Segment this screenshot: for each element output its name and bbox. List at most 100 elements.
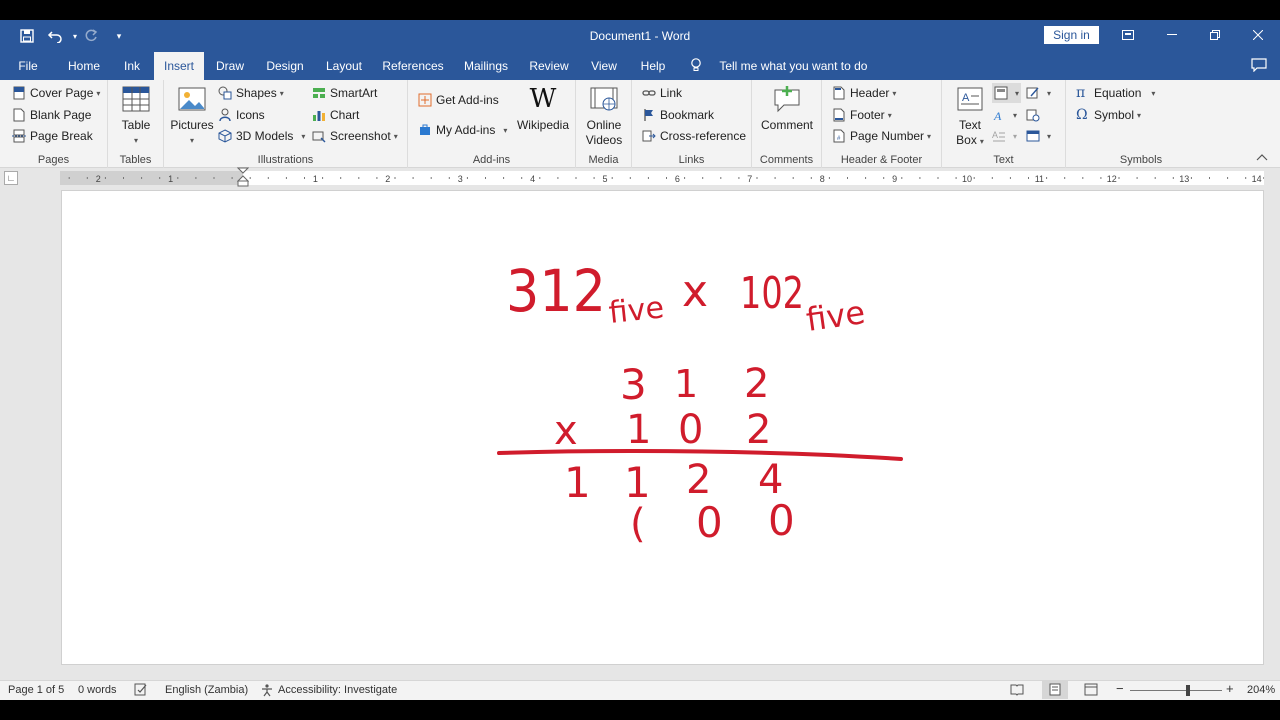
blank-page-button[interactable]: Blank Page (12, 105, 91, 125)
document-canvas: 312 five x 102 five 3 1 2 x 1 0 2 1 1 2 (0, 188, 1280, 683)
tab-home[interactable]: Home (60, 52, 108, 80)
bookmark-button[interactable]: Bookmark (642, 105, 714, 125)
sign-in-button[interactable]: Sign in (1044, 26, 1099, 44)
tab-review[interactable]: Review (526, 52, 572, 80)
cover-page-label: Cover Page (30, 86, 94, 100)
text-box-label-1: Text (958, 118, 981, 132)
text-box-button[interactable]: A Text Box ▾ (950, 84, 990, 149)
ink-times2: x (554, 408, 578, 454)
link-icon (642, 86, 656, 100)
tab-layout[interactable]: Layout (320, 52, 368, 80)
signature-line-icon (1026, 86, 1040, 100)
tab-design[interactable]: Design (260, 52, 310, 80)
tab-insert[interactable]: Insert (154, 52, 204, 80)
chart-button[interactable]: Chart (312, 105, 359, 125)
proofing-icon[interactable] (134, 683, 148, 699)
zoom-in-button[interactable]: + (1226, 681, 1234, 696)
link-button[interactable]: Link (642, 83, 682, 103)
date-time-button[interactable] (1026, 105, 1044, 125)
wordart-button[interactable]: A ▾ (992, 105, 1017, 125)
table-label: Table (121, 118, 151, 132)
close-icon[interactable] (1236, 20, 1280, 50)
collapse-ribbon-icon[interactable] (1256, 150, 1270, 164)
ink-line1-b: 102 (740, 268, 804, 319)
my-addins-button[interactable]: My Add-ins ▾ (418, 120, 507, 140)
get-addins-button[interactable]: Get Add-ins (418, 90, 499, 110)
blank-page-label: Blank Page (30, 108, 92, 122)
ink-row3-digit-3: 2 (686, 457, 711, 503)
page-break-icon (12, 129, 26, 143)
ink-sub1: five (607, 290, 665, 331)
icons-button[interactable]: Icons (218, 105, 265, 125)
tab-selector-icon[interactable]: ∟ (4, 171, 18, 185)
chart-label: Chart (330, 108, 360, 122)
web-layout-icon[interactable] (1084, 683, 1098, 699)
word-count[interactable]: 0 words (78, 684, 117, 696)
tab-mailings[interactable]: Mailings (458, 52, 514, 80)
cross-reference-button[interactable]: Cross-reference (642, 126, 746, 146)
ink-row4-digit-1: ( (630, 501, 646, 547)
indent-marker-icon[interactable] (237, 167, 249, 187)
table-button[interactable]: Table ▾ (116, 84, 156, 148)
tab-view[interactable]: View (584, 52, 624, 80)
object-button[interactable]: ▾ (1026, 126, 1051, 146)
comments-pane-icon[interactable] (1246, 52, 1272, 80)
zoom-level[interactable]: 204% (1247, 684, 1275, 696)
group-illustrations: Pictures ▾ Shapes ▾ Icons 3D Models ▾ Smar… (164, 80, 408, 168)
cover-page-button[interactable]: Cover Page ▾ (12, 83, 100, 103)
symbol-button[interactable]: Ω Symbol ▾ (1076, 105, 1141, 125)
ink-row3-digit-2: 1 (624, 458, 651, 507)
tab-help[interactable]: Help (634, 52, 672, 80)
online-videos-button[interactable]: Online Videos (582, 84, 626, 148)
smartart-button[interactable]: SmartArt (312, 83, 377, 103)
footer-icon (832, 108, 846, 122)
zoom-slider-thumb[interactable] (1186, 685, 1190, 696)
footer-button[interactable]: Footer ▾ (832, 105, 892, 125)
quick-parts-button[interactable]: ▾ (992, 83, 1022, 103)
group-text: A Text Box ▾ ▾ A ▾ A ▾ ▾ ▾ Text (942, 80, 1066, 168)
accessibility-status[interactable]: Accessibility: Investigate (278, 684, 397, 696)
print-layout-icon (1049, 683, 1061, 696)
ruler-number: 8 (820, 174, 825, 184)
online-videos-label-2: Videos (585, 133, 623, 147)
shapes-button[interactable]: Shapes ▾ (218, 83, 284, 103)
ruler-number: 5 (602, 174, 607, 184)
drop-cap-button[interactable]: A ▾ (992, 126, 1017, 146)
tell-me-box[interactable]: Tell me what you want to do (690, 52, 867, 80)
equation-label: Equation (1094, 86, 1142, 100)
page-count[interactable]: Page 1 of 5 (8, 684, 64, 696)
tab-file[interactable]: File (8, 52, 48, 80)
restore-icon[interactable] (1193, 20, 1237, 50)
document-page[interactable]: 312 five x 102 five 3 1 2 x 1 0 2 1 1 2 (61, 190, 1264, 665)
ribbon-display-options-icon[interactable] (1106, 20, 1150, 50)
accessibility-icon (260, 683, 274, 700)
page-break-button[interactable]: Page Break (12, 126, 93, 146)
read-mode-icon[interactable] (1010, 683, 1024, 699)
ruler-number: 14 (1252, 174, 1262, 184)
shapes-icon (218, 86, 232, 100)
my-addins-icon (418, 123, 432, 137)
quick-parts-icon (994, 86, 1008, 100)
signature-line-button[interactable]: ▾ (1026, 83, 1051, 103)
equation-button[interactable]: π Equation ▾ (1076, 83, 1155, 103)
pictures-button[interactable]: Pictures ▾ (170, 84, 214, 148)
language[interactable]: English (Zambia) (165, 684, 248, 696)
ribbon: Cover Page ▾ Blank Page Page Break Pages … (0, 80, 1280, 168)
page-number-button[interactable]: # Page Number ▾ (832, 126, 931, 146)
tab-references[interactable]: References (380, 52, 446, 80)
ruler-bar[interactable]: 2 1 1 2 3 4 5 6 7 8 9 10 11 12 13 14 (60, 167, 1264, 187)
date-time-icon (1026, 108, 1040, 122)
zoom-out-button[interactable]: − (1116, 681, 1124, 696)
pictures-icon (176, 84, 208, 116)
header-button[interactable]: Header ▾ (832, 83, 896, 103)
tab-draw[interactable]: Draw (210, 52, 250, 80)
print-layout-button[interactable] (1042, 681, 1068, 699)
3d-models-button[interactable]: 3D Models ▾ (218, 126, 305, 146)
tab-ink[interactable]: Ink (116, 52, 148, 80)
wikipedia-button[interactable]: W Wikipedia (514, 84, 572, 133)
zoom-slider[interactable] (1130, 685, 1222, 696)
comment-button[interactable]: Comment (758, 84, 816, 133)
screenshot-button[interactable]: Screenshot ▾ (312, 126, 398, 146)
group-label-illustrations: Illustrations (257, 154, 314, 166)
minimize-icon[interactable] (1150, 20, 1194, 50)
